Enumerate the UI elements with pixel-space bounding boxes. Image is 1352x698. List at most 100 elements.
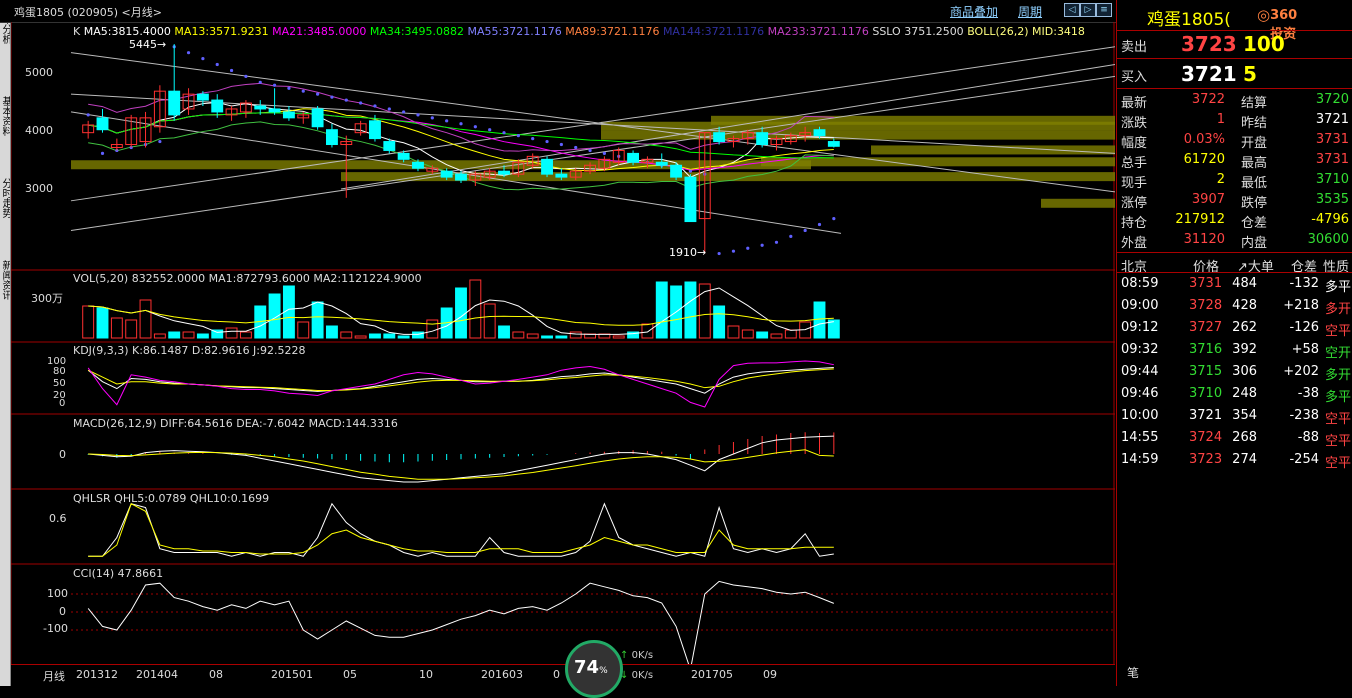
scroll-left-icon[interactable]: ◁	[1064, 3, 1080, 17]
volume-bar	[813, 301, 826, 339]
overlay-commodity-link[interactable]: 商品叠加	[950, 3, 998, 20]
stat-label: 持仓	[1121, 216, 1148, 231]
volume-bar	[196, 333, 209, 339]
sar-dot	[272, 83, 277, 87]
menu-icon[interactable]: ≡	[1096, 3, 1112, 17]
tick-row: 10:00 3721 354 -238 空平	[1117, 406, 1352, 427]
volume-bar	[139, 299, 152, 339]
candle-down	[455, 173, 467, 181]
bid-price: 3721	[1181, 62, 1237, 86]
volume-bar	[541, 335, 553, 339]
candle-down	[412, 161, 424, 169]
header-item-10: BOLL(26,2) MID:3418	[967, 25, 1085, 38]
candle-down	[268, 108, 281, 113]
candle-down	[670, 164, 683, 178]
tick-type: 多开	[1324, 302, 1351, 317]
tick-type: 空平	[1324, 456, 1351, 471]
sar-dot	[488, 128, 492, 132]
y-label-3000: 3000	[25, 182, 53, 195]
kdj-j-line	[87, 360, 834, 408]
ask-label: 卖出	[1121, 40, 1148, 55]
sar-dot	[760, 243, 764, 247]
stat-label: 最低	[1241, 176, 1268, 191]
sar-dot	[158, 139, 162, 144]
download-speed: ↓ 0K/s	[620, 670, 654, 681]
qhl10-line	[88, 503, 834, 557]
volume-bar	[526, 333, 539, 339]
ticks-header: 北京 价格 ↗大单 仓差 性质	[1121, 260, 1350, 275]
sar-dot	[502, 131, 506, 135]
stat-value: 3535	[1315, 192, 1349, 207]
tick-volume: 484	[1232, 276, 1257, 291]
tick-row: 09:46 3710 248 -38 多平	[1117, 384, 1352, 405]
period-link[interactable]: 周期	[1018, 3, 1042, 20]
header-item-4: MA34:3495.0882	[369, 25, 468, 38]
volume-bar	[612, 335, 625, 339]
sar-dot	[545, 139, 549, 144]
sar-dot	[402, 110, 406, 114]
volume-bar	[784, 329, 797, 339]
sar-dot	[373, 104, 377, 108]
sar-dot	[387, 107, 391, 111]
volume-bar	[383, 333, 396, 339]
sar-dot	[416, 113, 420, 117]
quote-panel: 鸡蛋1805( ◎ 360投资 卖出 3723 100 买入 3721 5 最新 3…	[1116, 0, 1352, 686]
sar-dot	[746, 246, 750, 250]
tab-basic-info[interactable]: 基本资料	[0, 96, 10, 176]
candle-down	[440, 170, 453, 178]
header-item-0: K	[73, 25, 84, 38]
cci-header: CCI(14) 47.8661	[73, 567, 164, 580]
stat-value: 61720	[1183, 152, 1225, 167]
volume-bar	[182, 331, 195, 339]
candle-down	[541, 158, 553, 175]
volume-bar	[741, 329, 754, 339]
scroll-right-icon[interactable]: ▷	[1080, 3, 1096, 17]
volume-bar	[426, 319, 439, 339]
tick-time: 14:55	[1121, 430, 1159, 445]
sar-dot	[445, 119, 449, 123]
candle-down	[827, 141, 840, 147]
high-price-marker: 5445→	[129, 38, 167, 51]
low-price-marker: 1910→	[669, 246, 707, 259]
macd-header: MACD(26,12,9) DIFF:64.5616 DEA:-7.6042 M…	[73, 417, 398, 430]
vol-header: VOL(5,20) 832552.0000 MA1:872793.6000 MA…	[73, 272, 422, 285]
sar-dot	[430, 116, 434, 120]
volume-bar	[96, 307, 109, 339]
stat-label: 跌停	[1241, 196, 1268, 211]
sar-dot	[559, 142, 563, 147]
tick-time: 09:12	[1121, 320, 1159, 335]
ask-row: 卖出 3723 100	[1117, 32, 1352, 58]
tick-row: 14:59 3723 274 -254 空平	[1117, 450, 1352, 471]
sar-dot	[774, 240, 779, 244]
network-gauge[interactable]: 74%	[565, 640, 623, 698]
stat-label: 仓差	[1241, 216, 1268, 231]
stat-label: 昨结	[1241, 116, 1268, 131]
stat-label: 涨停	[1121, 196, 1148, 211]
volume-bar	[297, 321, 310, 339]
volume-bar	[641, 323, 654, 339]
candle-down	[254, 105, 267, 110]
sar-dot	[287, 86, 291, 90]
sar-dot	[602, 151, 606, 156]
volume-bar	[397, 335, 410, 339]
time-axis: 月线 201312 201404 08 201501 05 10 201603 …	[11, 664, 1115, 687]
header-item-2: MA13:3571.9231	[174, 25, 273, 38]
chart-area[interactable]: K MA5:3815.4000 MA13:3571.9231 MA21:3485…	[11, 22, 1115, 664]
volume-bar	[340, 331, 353, 339]
volume-bar	[239, 331, 252, 339]
volume-bar	[569, 331, 582, 339]
volume-bar	[153, 333, 166, 339]
cci-y-0: 0	[59, 605, 66, 618]
stat-value: 3722	[1191, 92, 1225, 107]
bid-row: 买入 3721 5	[1117, 62, 1352, 88]
tab-intraday[interactable]: 分时走势	[0, 178, 10, 258]
tick-row: 09:32 3716 392 +58 空开	[1117, 340, 1352, 361]
contract-code: 鸡蛋1805 (020905) <月线>	[14, 6, 162, 19]
tab-news[interactable]: 新闻资讯	[0, 260, 10, 340]
stat-value: 3721	[1315, 112, 1349, 127]
candle-down	[369, 120, 381, 140]
tick-price: 3721	[1189, 408, 1223, 423]
kdj-d-line	[87, 368, 834, 391]
period-label: 月线	[43, 670, 65, 683]
qhlsr-panel	[88, 502, 834, 557]
